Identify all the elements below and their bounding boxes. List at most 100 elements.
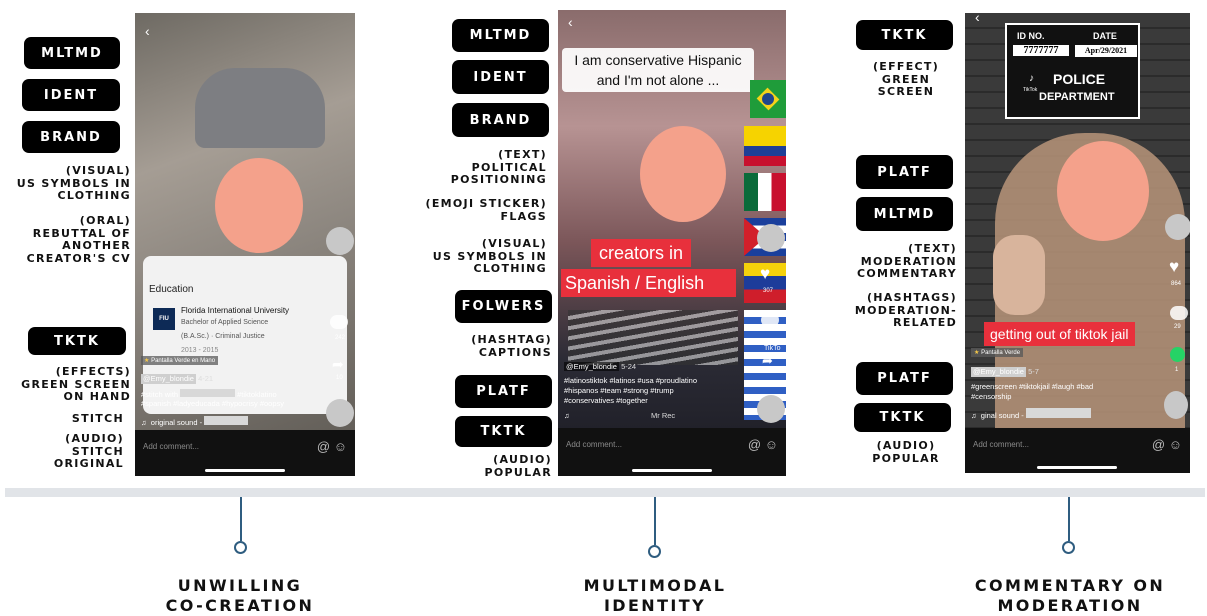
tag-platf: PLATF [856,362,953,395]
sound-text: ginal sound - [980,411,1024,420]
avatar[interactable] [757,224,785,252]
user-line: @Emy_blondie 5-24 [564,362,636,372]
avatar[interactable] [1165,214,1190,240]
username[interactable]: @Emy_blondie [971,367,1026,377]
redacted-sound [1025,408,1091,418]
sound-text: original sound - [150,418,203,427]
note-effect: (EFFECT) GREEN SCREEN [872,60,940,98]
tag-folwers: FOLWERS [455,290,552,323]
comment-placeholder: Add comment... [566,440,623,449]
mention-emoji-icons[interactable]: @ ☺ [1152,437,1182,452]
colombia-flag [744,126,786,166]
mention-emoji-icons[interactable]: @ ☺ [748,437,778,452]
comment-count: 242 [335,335,346,341]
note-stitch: STITCH [71,412,124,425]
hashtag-1[interactable]: #tiktoklatino [237,390,277,399]
comment-placeholder: Add comment... [973,440,1030,449]
share-count: 10 [336,375,343,381]
connector-line-2 [654,497,656,545]
note-effects: (EFFECTS) GREEN SCREEN ON HAND [21,365,131,403]
hashtags: #spanish #ladyeducada #hypocrisy #oopsy [141,399,285,408]
effect-name: Pantalla Verde en Mano [151,358,216,364]
comment-bar[interactable]: Add comment... @ ☺ [135,430,355,476]
home-indicator [1037,466,1117,469]
id-value: 7777777 [1013,45,1069,56]
user-line: @Emy_blondie 5-7 [971,367,1039,377]
music-note-icon[interactable]: ♫ [564,411,570,421]
police-subtitle: DEPARTMENT [1039,91,1115,103]
post-date: 5-7 [1028,367,1039,376]
username[interactable]: @Emy_blondie [564,362,619,371]
back-icon[interactable]: ‹ [568,14,573,30]
connector-line-1 [240,497,242,541]
username[interactable]: @Emy_blondie [141,374,196,384]
sound-disc[interactable] [1164,391,1188,419]
school-name: Florida International University [181,306,290,315]
theme-label-3: COMMENTARY ON MODERATION [974,576,1166,615]
note-text: (TEXT) POLITICAL POSITIONING [450,148,547,186]
date-value: Apr/29/2021 [1075,45,1137,57]
comment-icon[interactable] [330,315,348,329]
home-indicator [632,469,712,472]
avatar[interactable] [326,227,354,255]
tag-tktk: TKTK [854,403,951,432]
star-icon: ★ [144,358,150,364]
caption-sticker: getting out of tiktok jail [984,322,1135,346]
user-line: @Emy_blondie 4-21 [141,374,213,384]
hashtags-2[interactable]: #hispanos #team #strong #trump [564,386,674,396]
phone-screenshot-2: ‹ I am conservative Hispanic and I'm not… [558,10,786,476]
connector-node-3 [1062,541,1075,554]
hashtags-1[interactable]: #latinostiktok #latinos #usa #proudlatin… [564,376,697,386]
whatsapp-icon[interactable] [1170,347,1185,362]
card-title: Education [149,284,194,295]
comment-placeholder: Add comment... [143,442,200,451]
effect-name: Pantalla Verde [981,350,1021,356]
tag-brand: BRAND [22,121,120,153]
headline-line-2: and I'm not alone ... [596,72,720,88]
date-label: DATE [1093,31,1117,41]
comment-bar[interactable]: Add comment... @ ☺ [558,428,786,476]
tag-platf: PLATF [455,375,552,408]
sound-name[interactable]: Mr Rec [651,411,675,421]
hashtags-1[interactable]: #greenscreen #tiktokjail #laugh #bad [971,382,1093,392]
face-blur [640,126,726,222]
sound-line[interactable]: ♫ ginal sound - [971,408,1091,421]
tag-ident: IDENT [22,79,120,111]
comment-icon[interactable] [1170,306,1188,320]
shirt-stripes [568,310,738,365]
heart-icon[interactable]: ♥ [1169,257,1179,277]
note-text: (TEXT) MODERATION COMMENTARY [856,242,957,280]
effect-badge[interactable]: ★ Pantalla Verde en Mano [141,356,219,365]
hashtags-2[interactable]: #censorship [971,392,1011,402]
note-audio: (AUDIO) POPULAR [484,453,552,479]
headline: I am conservative Hispanic and I'm not a… [562,48,754,92]
note-oral: (ORAL) REBUTTAL OF ANOTHER CREATOR'S CV [26,214,131,265]
comment-icon[interactable] [761,313,779,327]
share-icon[interactable]: ➦ [332,356,344,373]
heart-icon[interactable]: ♥ [760,264,770,284]
hashtags-3[interactable]: #conservatives #together [564,396,648,406]
mention-emoji-icons[interactable]: @ ☺ [317,439,347,454]
sound-line[interactable]: ♫ original sound - [141,416,249,428]
sound-disc[interactable] [326,399,354,427]
headline-line-1: I am conservative Hispanic [574,52,742,68]
phone-screenshot-1: ‹ Education FIU Florida International Un… [135,13,355,476]
id-label: ID NO. [1017,31,1045,41]
raised-hand [993,235,1045,315]
redacted-sound [204,416,249,425]
major: (B.A.Sc.) · Criminal Justice [181,333,265,340]
effect-badge[interactable]: ★ Pantalla Verde [971,348,1024,357]
caption-line-1: creators in [591,239,692,267]
note-hashtags: (HASHTAGS) MODERATION- RELATED [854,291,957,329]
share-icon[interactable]: ➦ [762,353,773,369]
years: 2013 - 2015 [181,347,219,354]
note-audio: (AUDIO) STITCH ORIGINAL [53,432,124,470]
comment-bar[interactable]: Add comment... @ ☺ [965,428,1190,473]
brazil-flag [750,80,786,118]
back-icon[interactable]: ‹ [975,13,980,25]
tag-tktk: TKTK [28,327,126,355]
theme-label-1: UNWILLING CO-CREATION [165,576,315,615]
share-count: 1 [1175,367,1179,373]
back-icon[interactable]: ‹ [145,23,150,39]
sound-disc[interactable] [757,395,785,423]
